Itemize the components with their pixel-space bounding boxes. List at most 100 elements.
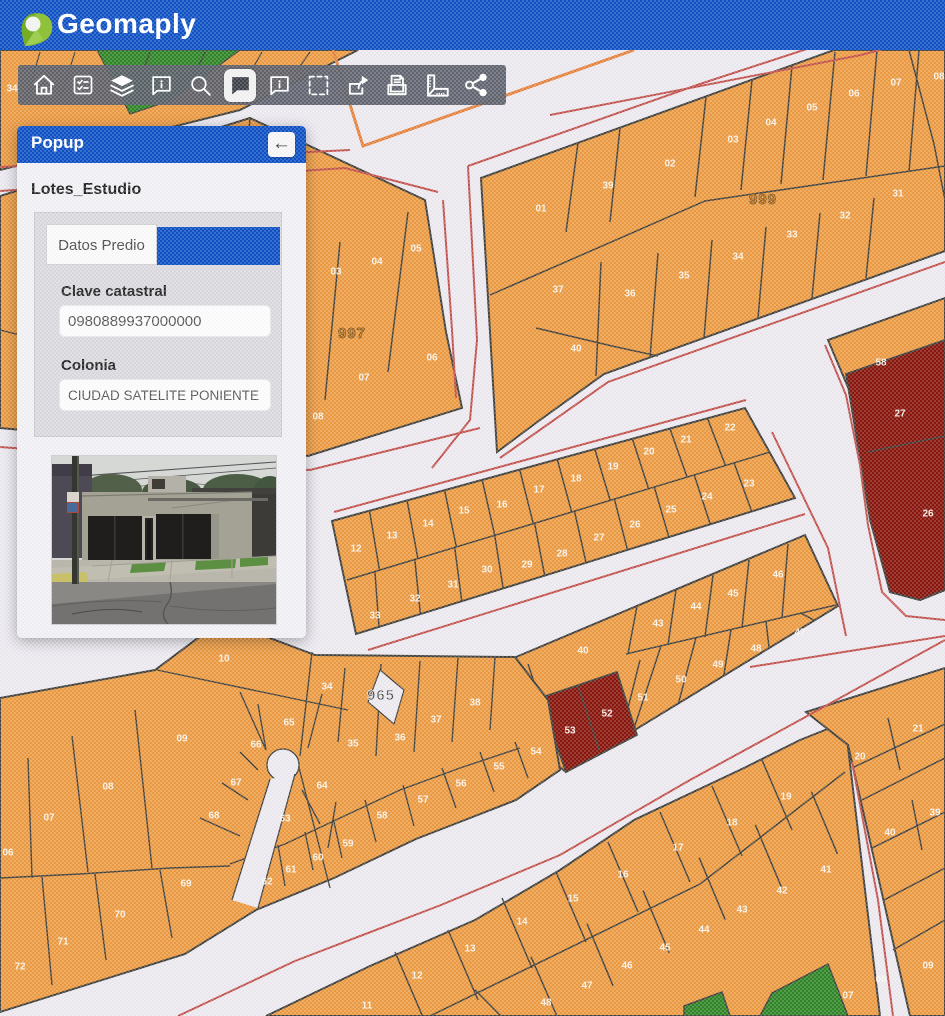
svg-text:58: 58 (376, 811, 388, 822)
svg-text:31: 31 (892, 189, 904, 200)
svg-text:16: 16 (496, 500, 508, 511)
svg-text:14: 14 (422, 519, 434, 530)
svg-text:22: 22 (724, 423, 736, 434)
svg-text:42: 42 (776, 886, 788, 897)
svg-text:48: 48 (540, 998, 552, 1009)
svg-text:40: 40 (570, 344, 582, 355)
svg-text:67: 67 (230, 778, 242, 789)
svg-text:43: 43 (652, 619, 664, 630)
svg-text:27: 27 (593, 533, 605, 544)
svg-text:04: 04 (765, 118, 777, 129)
svg-text:40: 40 (884, 828, 896, 839)
svg-text:34: 34 (732, 252, 744, 263)
svg-text:45: 45 (659, 943, 671, 954)
svg-text:23: 23 (743, 479, 755, 490)
svg-text:13: 13 (464, 944, 476, 955)
svg-text:45: 45 (727, 589, 739, 600)
svg-text:965: 965 (367, 687, 395, 704)
svg-text:43: 43 (736, 905, 748, 916)
svg-text:53: 53 (564, 726, 576, 737)
svg-text:33: 33 (786, 230, 798, 241)
svg-text:05: 05 (806, 103, 818, 114)
svg-text:997: 997 (338, 325, 366, 342)
svg-text:15: 15 (458, 506, 470, 517)
svg-text:38: 38 (469, 698, 481, 709)
svg-text:49: 49 (712, 660, 724, 671)
svg-text:07: 07 (842, 991, 854, 1002)
svg-text:12: 12 (411, 971, 423, 982)
svg-text:34: 34 (321, 682, 333, 693)
svg-text:17: 17 (533, 485, 545, 496)
svg-text:47: 47 (581, 981, 593, 992)
svg-text:72: 72 (14, 962, 26, 973)
svg-text:08: 08 (875, 975, 887, 986)
svg-text:19: 19 (780, 792, 792, 803)
svg-text:09: 09 (922, 961, 934, 972)
svg-text:47: 47 (794, 628, 806, 639)
svg-text:34: 34 (6, 84, 18, 95)
svg-text:18: 18 (570, 474, 582, 485)
svg-text:08: 08 (312, 412, 324, 423)
svg-text:33: 33 (369, 611, 381, 622)
svg-text:36: 36 (394, 733, 406, 744)
svg-text:39: 39 (929, 808, 941, 819)
svg-text:07: 07 (890, 78, 902, 89)
svg-text:37: 37 (430, 715, 442, 726)
svg-text:56: 56 (455, 779, 467, 790)
svg-text:62: 62 (261, 877, 273, 888)
svg-text:20: 20 (643, 447, 655, 458)
svg-text:69: 69 (180, 879, 192, 890)
svg-text:03: 03 (330, 267, 342, 278)
svg-text:46: 46 (772, 570, 784, 581)
svg-text:10: 10 (218, 654, 230, 665)
svg-text:18: 18 (726, 818, 738, 829)
svg-text:01: 01 (535, 204, 547, 215)
svg-text:44: 44 (690, 602, 702, 613)
svg-text:999: 999 (749, 191, 777, 208)
svg-text:21: 21 (680, 435, 692, 446)
svg-text:08: 08 (102, 782, 114, 793)
svg-text:06: 06 (426, 353, 438, 364)
svg-text:16: 16 (617, 870, 629, 881)
svg-text:32: 32 (839, 211, 851, 222)
svg-text:27: 27 (894, 409, 906, 420)
svg-text:14: 14 (516, 917, 528, 928)
svg-text:66: 66 (250, 740, 262, 751)
svg-text:05: 05 (410, 244, 422, 255)
svg-text:07: 07 (43, 813, 55, 824)
svg-text:35: 35 (347, 739, 359, 750)
svg-text:02: 02 (664, 159, 676, 170)
svg-text:09: 09 (176, 734, 188, 745)
svg-text:70: 70 (114, 910, 126, 921)
svg-text:24: 24 (701, 492, 713, 503)
svg-text:03: 03 (727, 135, 739, 146)
svg-text:39: 39 (602, 181, 614, 192)
svg-text:68: 68 (208, 811, 220, 822)
svg-text:04: 04 (371, 257, 383, 268)
svg-text:52: 52 (601, 709, 613, 720)
svg-text:48: 48 (750, 644, 762, 655)
svg-text:12: 12 (350, 544, 362, 555)
svg-text:21: 21 (912, 724, 924, 735)
svg-text:54: 54 (530, 747, 542, 758)
svg-text:26: 26 (629, 520, 641, 531)
svg-text:13: 13 (386, 531, 398, 542)
svg-text:28: 28 (556, 549, 568, 560)
svg-text:60: 60 (312, 853, 324, 864)
svg-text:65: 65 (283, 718, 295, 729)
svg-text:06: 06 (848, 89, 860, 100)
svg-text:20: 20 (854, 752, 866, 763)
svg-text:59: 59 (342, 839, 354, 850)
svg-text:15: 15 (567, 894, 579, 905)
svg-text:37: 37 (552, 285, 564, 296)
svg-text:35: 35 (678, 271, 690, 282)
svg-text:41: 41 (820, 865, 832, 876)
svg-text:57: 57 (417, 795, 429, 806)
svg-text:17: 17 (672, 843, 684, 854)
svg-text:08: 08 (933, 72, 945, 83)
svg-text:19: 19 (607, 462, 619, 473)
svg-text:63: 63 (279, 814, 291, 825)
svg-text:50: 50 (675, 675, 687, 686)
svg-text:32: 32 (409, 594, 421, 605)
svg-text:55: 55 (493, 762, 505, 773)
